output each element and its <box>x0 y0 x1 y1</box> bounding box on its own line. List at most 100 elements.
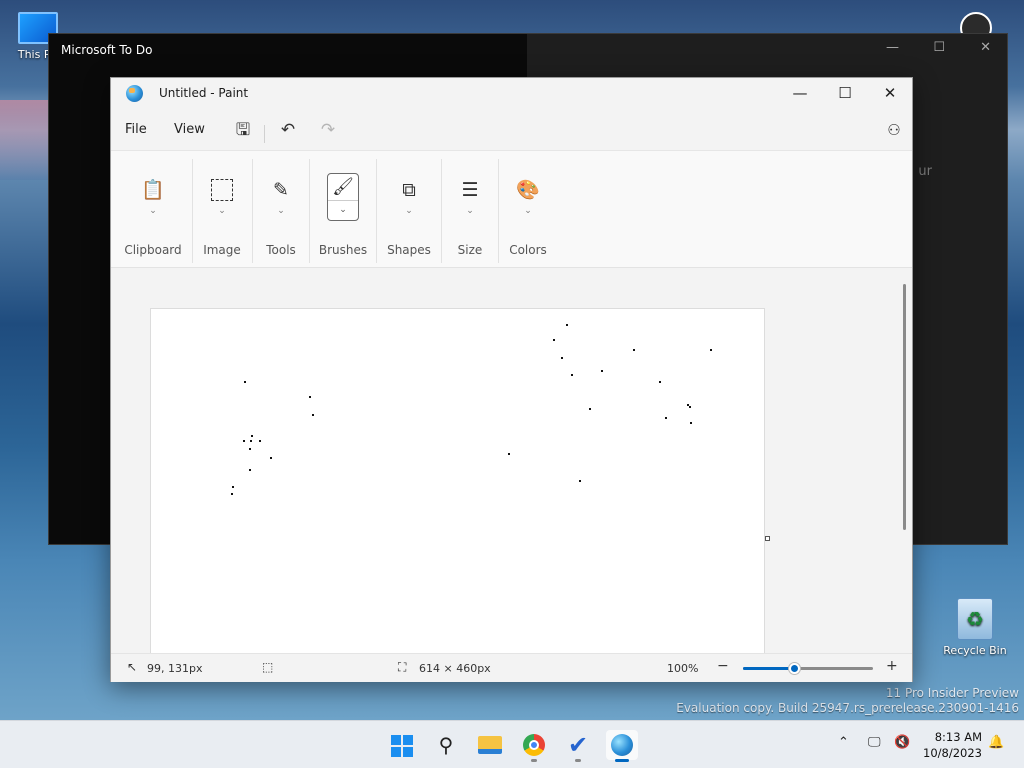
canvas-dot <box>589 408 591 410</box>
group-label: Colors <box>509 243 547 257</box>
canvas-dot <box>270 457 272 459</box>
chevron-down-icon[interactable]: ⌄ <box>149 206 157 216</box>
running-indicator <box>575 759 581 762</box>
todo-icon[interactable]: ✔ <box>562 730 594 762</box>
canvas-dot <box>689 406 691 408</box>
cursor-position: 99, 131px <box>147 662 203 675</box>
cursor-pointer-icon: ↖ <box>127 660 138 674</box>
paint-titlebar[interactable]: Untitled - Paint — ☐ ✕ <box>111 78 912 110</box>
canvas-dot <box>561 357 563 359</box>
volume-muted-icon[interactable]: 🔇 <box>894 735 910 750</box>
group-label: Size <box>457 243 483 257</box>
canvas-dot <box>231 493 233 495</box>
zoom-out-icon[interactable]: − <box>717 658 729 674</box>
canvas-dot <box>633 349 635 351</box>
ribbon-group-brushes[interactable]: 🖌 ⌄ Brushes <box>312 151 374 269</box>
status-bar: ↖ 99, 131px ⬚ ⛶ 614 × 460px 100% − + <box>111 653 912 682</box>
ribbon-separator <box>376 159 377 263</box>
ribbon-separator <box>309 159 310 263</box>
canvas-size: 614 × 460px <box>419 662 491 675</box>
save-icon[interactable]: 🖫 <box>231 118 255 142</box>
chevron-down-icon[interactable]: ⌄ <box>524 206 532 216</box>
network-icon[interactable]: 🖵 <box>868 735 881 750</box>
taskbar: ⚲ ✔ ⌃ 🖵 🔇 8:13 AM 10/8/2023 🔔 <box>0 720 1024 768</box>
ribbon-group-colors[interactable]: 🎨 ⌄ Colors <box>501 151 555 269</box>
chrome-icon[interactable] <box>518 730 550 762</box>
canvas-dot <box>232 486 234 488</box>
canvas-dot <box>249 448 251 450</box>
chevron-down-icon[interactable]: ⌄ <box>328 200 358 219</box>
ribbon-group-size[interactable]: ☰ ⌄ Size <box>444 151 496 269</box>
clock-date: 10/8/2023 <box>923 746 982 760</box>
minimize-icon[interactable]: — <box>886 40 899 55</box>
clipboard-icon: 📋 <box>141 179 165 201</box>
canvas-dot <box>710 349 712 351</box>
canvas-resize-handle[interactable] <box>765 536 770 541</box>
canvas-dot <box>243 440 245 442</box>
desktop-icon-recycle-bin[interactable]: ♻ Recycle Bin <box>942 598 1008 657</box>
chevron-down-icon[interactable]: ⌄ <box>218 206 226 216</box>
close-button[interactable]: ✕ <box>867 78 913 108</box>
menu-view[interactable]: View <box>174 122 205 137</box>
clock[interactable]: 8:13 AM 10/8/2023 <box>923 729 982 761</box>
selection-size-icon: ⬚ <box>262 660 274 674</box>
canvas-dot <box>250 440 252 442</box>
start-icon[interactable] <box>386 730 418 760</box>
paint-window[interactable]: Untitled - Paint — ☐ ✕ File View 🖫 ↶ ↷ ⚇… <box>110 77 913 682</box>
close-icon[interactable]: ✕ <box>980 40 991 55</box>
menu-file[interactable]: File <box>125 122 147 137</box>
chevron-up-icon[interactable]: ⌃ <box>838 735 849 750</box>
canvas-dot <box>309 396 311 398</box>
zoom-slider-thumb[interactable] <box>789 663 800 674</box>
clock-time: 8:13 AM <box>934 730 982 744</box>
canvas-area[interactable] <box>111 269 898 653</box>
watermark-edition: 11 Pro Insider Preview <box>885 686 1019 700</box>
todo-partial-text: ur <box>918 164 932 179</box>
vertical-scrollbar[interactable] <box>903 284 906 530</box>
search-icon[interactable]: ⚲ <box>430 730 462 760</box>
notification-bell-icon[interactable]: 🔔 <box>988 735 1004 750</box>
shapes-icon: ⧉ <box>402 179 416 201</box>
chevron-down-icon[interactable]: ⌄ <box>405 206 413 216</box>
zoom-level[interactable]: 100% <box>667 662 698 675</box>
paint-app-icon <box>126 85 143 102</box>
chevron-down-icon[interactable]: ⌄ <box>466 206 474 216</box>
undo-icon[interactable]: ↶ <box>276 118 300 142</box>
menu-separator <box>264 125 265 143</box>
canvas-dot <box>553 339 555 341</box>
canvas-dot <box>312 414 314 416</box>
canvas-dot <box>244 381 246 383</box>
account-icon[interactable]: ⚇ <box>882 118 906 142</box>
canvas-dot <box>508 453 510 455</box>
ribbon-group-clipboard[interactable]: 📋 ⌄ Clipboard <box>119 151 187 269</box>
zoom-slider-fill <box>743 667 795 670</box>
window-title: Untitled - Paint <box>159 86 249 100</box>
group-label: Brushes <box>318 243 368 257</box>
desktop-icon-label: Recycle Bin <box>943 644 1007 657</box>
zoom-in-icon[interactable]: + <box>886 658 898 674</box>
drawing-canvas[interactable] <box>150 308 765 653</box>
selection-icon <box>206 175 238 207</box>
chevron-down-icon[interactable]: ⌄ <box>277 206 285 216</box>
maximize-button[interactable]: ☐ <box>822 78 868 108</box>
ribbon-group-shapes[interactable]: ⧉ ⌄ Shapes <box>379 151 439 269</box>
brush-selected-box[interactable]: 🖌 ⌄ <box>327 173 359 221</box>
ribbon-group-tools[interactable]: ✎ ⌄ Tools <box>255 151 307 269</box>
redo-icon[interactable]: ↷ <box>316 118 340 142</box>
paint-icon[interactable] <box>606 730 638 762</box>
minimize-button[interactable]: — <box>777 78 823 108</box>
group-label: Image <box>203 243 241 257</box>
ribbon: 📋 ⌄ Clipboard ⌄ Image ✎ ⌄ Tools 🖌 ⌄ Brus… <box>111 150 912 268</box>
palette-icon: 🎨 <box>516 179 540 201</box>
ribbon-separator <box>498 159 499 263</box>
canvas-dot <box>659 381 661 383</box>
ribbon-group-image[interactable]: ⌄ Image <box>195 151 249 269</box>
canvas-dot <box>249 469 251 471</box>
canvas-size-icon: ⛶ <box>398 660 407 674</box>
maximize-icon[interactable]: ☐ <box>933 40 945 55</box>
menu-bar: File View 🖫 ↶ ↷ ⚇ <box>111 111 912 149</box>
zoom-slider[interactable] <box>743 663 873 674</box>
watermark-build: Evaluation copy. Build 25947.rs_prerelea… <box>676 701 1019 715</box>
file-explorer-icon[interactable] <box>474 730 506 760</box>
recycle-bin-icon: ♻ <box>957 598 993 640</box>
